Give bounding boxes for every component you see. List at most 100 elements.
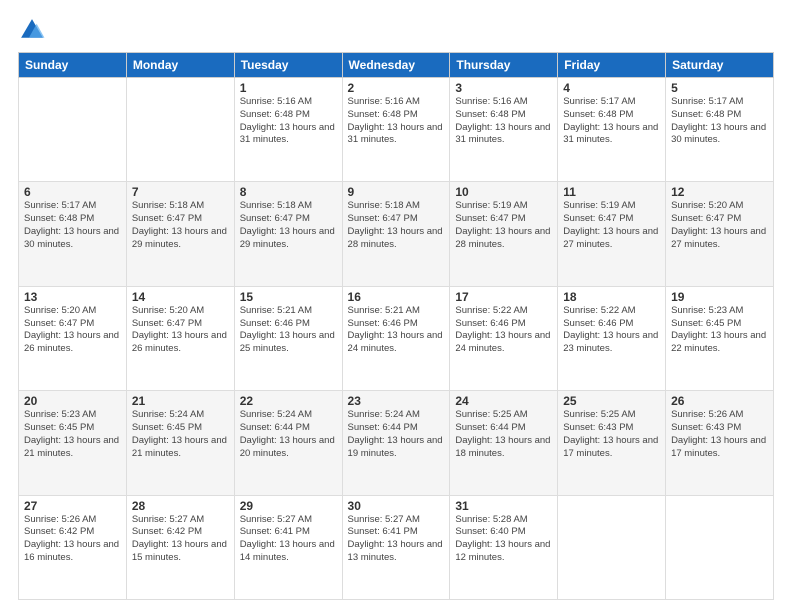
calendar-week-row: 13Sunrise: 5:20 AM Sunset: 6:47 PM Dayli… [19,286,774,390]
calendar-cell: 21Sunrise: 5:24 AM Sunset: 6:45 PM Dayli… [126,391,234,495]
day-info: Sunrise: 5:18 AM Sunset: 6:47 PM Dayligh… [240,200,337,251]
day-number: 22 [240,394,337,408]
calendar-cell: 2Sunrise: 5:16 AM Sunset: 6:48 PM Daylig… [342,78,450,182]
calendar-cell: 29Sunrise: 5:27 AM Sunset: 6:41 PM Dayli… [234,495,342,599]
logo-icon [18,16,46,44]
calendar-cell: 11Sunrise: 5:19 AM Sunset: 6:47 PM Dayli… [558,182,666,286]
calendar-cell: 16Sunrise: 5:21 AM Sunset: 6:46 PM Dayli… [342,286,450,390]
day-info: Sunrise: 5:25 AM Sunset: 6:43 PM Dayligh… [563,409,660,460]
day-info: Sunrise: 5:24 AM Sunset: 6:44 PM Dayligh… [348,409,445,460]
calendar-cell: 23Sunrise: 5:24 AM Sunset: 6:44 PM Dayli… [342,391,450,495]
day-number: 5 [671,81,768,95]
calendar-week-row: 1Sunrise: 5:16 AM Sunset: 6:48 PM Daylig… [19,78,774,182]
calendar-cell: 25Sunrise: 5:25 AM Sunset: 6:43 PM Dayli… [558,391,666,495]
calendar-cell [666,495,774,599]
logo [18,16,50,44]
day-info: Sunrise: 5:26 AM Sunset: 6:43 PM Dayligh… [671,409,768,460]
day-number: 9 [348,185,445,199]
calendar-week-row: 6Sunrise: 5:17 AM Sunset: 6:48 PM Daylig… [19,182,774,286]
day-number: 21 [132,394,229,408]
weekday-header: Tuesday [234,53,342,78]
day-number: 19 [671,290,768,304]
page: SundayMondayTuesdayWednesdayThursdayFrid… [0,0,792,612]
day-info: Sunrise: 5:27 AM Sunset: 6:41 PM Dayligh… [240,514,337,565]
day-info: Sunrise: 5:20 AM Sunset: 6:47 PM Dayligh… [671,200,768,251]
day-number: 29 [240,499,337,513]
calendar-cell: 17Sunrise: 5:22 AM Sunset: 6:46 PM Dayli… [450,286,558,390]
day-info: Sunrise: 5:19 AM Sunset: 6:47 PM Dayligh… [563,200,660,251]
day-info: Sunrise: 5:20 AM Sunset: 6:47 PM Dayligh… [24,305,121,356]
day-info: Sunrise: 5:16 AM Sunset: 6:48 PM Dayligh… [455,96,552,147]
day-info: Sunrise: 5:18 AM Sunset: 6:47 PM Dayligh… [132,200,229,251]
calendar-cell: 1Sunrise: 5:16 AM Sunset: 6:48 PM Daylig… [234,78,342,182]
calendar-cell: 15Sunrise: 5:21 AM Sunset: 6:46 PM Dayli… [234,286,342,390]
day-info: Sunrise: 5:22 AM Sunset: 6:46 PM Dayligh… [563,305,660,356]
day-number: 4 [563,81,660,95]
day-number: 8 [240,185,337,199]
weekday-header: Friday [558,53,666,78]
weekday-header: Sunday [19,53,127,78]
day-info: Sunrise: 5:24 AM Sunset: 6:44 PM Dayligh… [240,409,337,460]
day-info: Sunrise: 5:23 AM Sunset: 6:45 PM Dayligh… [671,305,768,356]
day-info: Sunrise: 5:17 AM Sunset: 6:48 PM Dayligh… [671,96,768,147]
day-number: 12 [671,185,768,199]
day-number: 24 [455,394,552,408]
day-number: 2 [348,81,445,95]
day-info: Sunrise: 5:17 AM Sunset: 6:48 PM Dayligh… [24,200,121,251]
calendar-cell: 3Sunrise: 5:16 AM Sunset: 6:48 PM Daylig… [450,78,558,182]
calendar-table: SundayMondayTuesdayWednesdayThursdayFrid… [18,52,774,600]
day-info: Sunrise: 5:26 AM Sunset: 6:42 PM Dayligh… [24,514,121,565]
day-info: Sunrise: 5:28 AM Sunset: 6:40 PM Dayligh… [455,514,552,565]
calendar-cell [126,78,234,182]
day-number: 20 [24,394,121,408]
calendar-cell [19,78,127,182]
day-number: 16 [348,290,445,304]
calendar-cell: 6Sunrise: 5:17 AM Sunset: 6:48 PM Daylig… [19,182,127,286]
calendar-cell: 30Sunrise: 5:27 AM Sunset: 6:41 PM Dayli… [342,495,450,599]
calendar-cell: 9Sunrise: 5:18 AM Sunset: 6:47 PM Daylig… [342,182,450,286]
calendar-week-row: 27Sunrise: 5:26 AM Sunset: 6:42 PM Dayli… [19,495,774,599]
calendar-cell: 5Sunrise: 5:17 AM Sunset: 6:48 PM Daylig… [666,78,774,182]
calendar-cell: 14Sunrise: 5:20 AM Sunset: 6:47 PM Dayli… [126,286,234,390]
calendar-cell: 24Sunrise: 5:25 AM Sunset: 6:44 PM Dayli… [450,391,558,495]
day-info: Sunrise: 5:25 AM Sunset: 6:44 PM Dayligh… [455,409,552,460]
day-number: 11 [563,185,660,199]
day-number: 7 [132,185,229,199]
day-number: 14 [132,290,229,304]
day-number: 13 [24,290,121,304]
day-info: Sunrise: 5:20 AM Sunset: 6:47 PM Dayligh… [132,305,229,356]
day-number: 17 [455,290,552,304]
day-info: Sunrise: 5:23 AM Sunset: 6:45 PM Dayligh… [24,409,121,460]
day-info: Sunrise: 5:19 AM Sunset: 6:47 PM Dayligh… [455,200,552,251]
day-number: 18 [563,290,660,304]
weekday-header: Thursday [450,53,558,78]
top-section [18,16,774,44]
day-number: 31 [455,499,552,513]
day-info: Sunrise: 5:27 AM Sunset: 6:42 PM Dayligh… [132,514,229,565]
calendar-cell: 7Sunrise: 5:18 AM Sunset: 6:47 PM Daylig… [126,182,234,286]
day-info: Sunrise: 5:21 AM Sunset: 6:46 PM Dayligh… [240,305,337,356]
calendar-cell: 20Sunrise: 5:23 AM Sunset: 6:45 PM Dayli… [19,391,127,495]
day-number: 10 [455,185,552,199]
day-info: Sunrise: 5:22 AM Sunset: 6:46 PM Dayligh… [455,305,552,356]
calendar-cell: 13Sunrise: 5:20 AM Sunset: 6:47 PM Dayli… [19,286,127,390]
weekday-header: Monday [126,53,234,78]
calendar-cell: 18Sunrise: 5:22 AM Sunset: 6:46 PM Dayli… [558,286,666,390]
day-info: Sunrise: 5:21 AM Sunset: 6:46 PM Dayligh… [348,305,445,356]
day-number: 25 [563,394,660,408]
calendar-cell: 31Sunrise: 5:28 AM Sunset: 6:40 PM Dayli… [450,495,558,599]
day-info: Sunrise: 5:27 AM Sunset: 6:41 PM Dayligh… [348,514,445,565]
calendar-cell: 4Sunrise: 5:17 AM Sunset: 6:48 PM Daylig… [558,78,666,182]
day-number: 15 [240,290,337,304]
calendar-cell: 8Sunrise: 5:18 AM Sunset: 6:47 PM Daylig… [234,182,342,286]
calendar-cell: 28Sunrise: 5:27 AM Sunset: 6:42 PM Dayli… [126,495,234,599]
calendar-cell: 22Sunrise: 5:24 AM Sunset: 6:44 PM Dayli… [234,391,342,495]
weekday-header: Saturday [666,53,774,78]
calendar-cell: 26Sunrise: 5:26 AM Sunset: 6:43 PM Dayli… [666,391,774,495]
calendar-cell: 12Sunrise: 5:20 AM Sunset: 6:47 PM Dayli… [666,182,774,286]
day-number: 23 [348,394,445,408]
day-number: 27 [24,499,121,513]
day-info: Sunrise: 5:16 AM Sunset: 6:48 PM Dayligh… [240,96,337,147]
day-number: 30 [348,499,445,513]
calendar-cell: 10Sunrise: 5:19 AM Sunset: 6:47 PM Dayli… [450,182,558,286]
